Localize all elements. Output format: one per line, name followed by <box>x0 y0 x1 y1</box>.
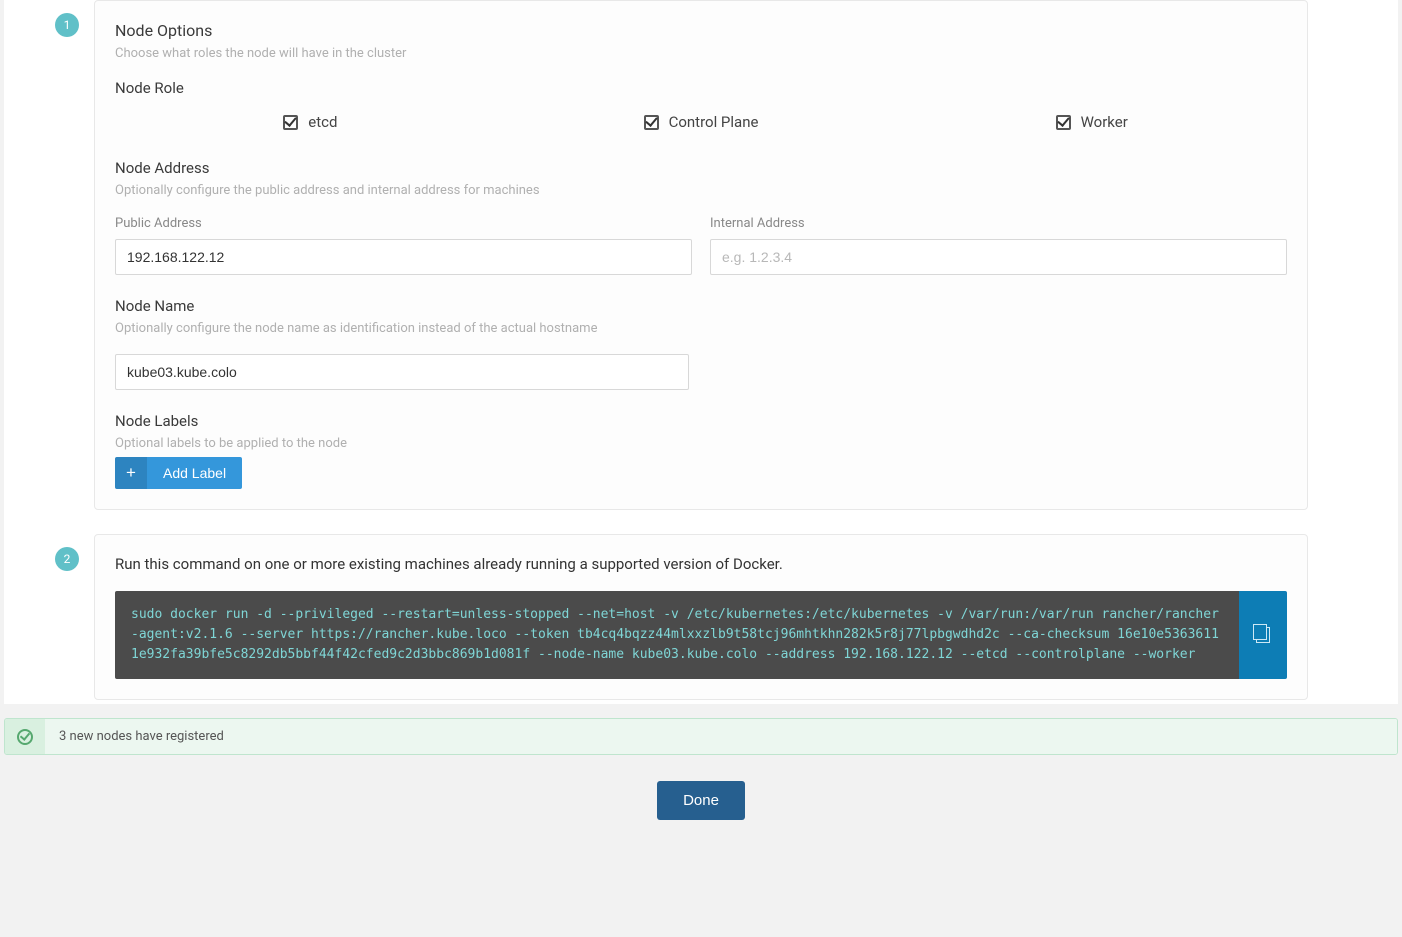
add-label-button[interactable]: + Add Label <box>115 457 242 489</box>
role-worker-label: Worker <box>1081 113 1128 131</box>
add-label-button-text: Add Label <box>147 465 242 481</box>
node-labels-subtitle: Optional labels to be applied to the nod… <box>115 436 1287 451</box>
node-name-input[interactable] <box>115 354 689 390</box>
notification-bar: 3 new nodes have registered <box>4 718 1398 755</box>
notification-text: 3 new nodes have registered <box>45 719 1397 754</box>
copy-button[interactable] <box>1239 591 1287 679</box>
step-2-badge: 2 <box>55 547 79 571</box>
role-control-plane-label: Control Plane <box>669 113 759 131</box>
plus-icon: + <box>115 457 147 489</box>
success-icon-wrap <box>5 719 45 754</box>
command-box[interactable]: sudo docker run -d --privileged --restar… <box>115 591 1239 679</box>
role-etcd[interactable]: etcd <box>115 113 506 131</box>
node-address-title: Node Address <box>115 159 1287 177</box>
clipboard-icon <box>1256 627 1270 643</box>
run-command-instruction: Run this command on one or more existing… <box>115 555 1287 573</box>
public-address-label: Public Address <box>115 216 692 231</box>
internal-address-input[interactable] <box>710 239 1287 275</box>
node-options-subtitle: Choose what roles the node will have in … <box>115 46 1287 61</box>
internal-address-label: Internal Address <box>710 216 1287 231</box>
role-etcd-label: etcd <box>308 113 337 131</box>
node-options-title: Node Options <box>115 21 1287 40</box>
checkbox-icon[interactable] <box>1056 115 1071 130</box>
node-name-subtitle: Optionally configure the node name as id… <box>115 321 1287 336</box>
role-control-plane[interactable]: Control Plane <box>506 113 897 131</box>
node-name-title: Node Name <box>115 297 1287 315</box>
role-worker[interactable]: Worker <box>896 113 1287 131</box>
step-1-badge: 1 <box>55 13 79 37</box>
node-labels-title: Node Labels <box>115 412 1287 430</box>
node-role-label: Node Role <box>115 79 1287 97</box>
node-roles-row: etcd Control Plane Worker <box>115 113 1287 131</box>
checkbox-icon[interactable] <box>644 115 659 130</box>
node-address-subtitle: Optionally configure the public address … <box>115 183 1287 198</box>
done-button[interactable]: Done <box>657 781 745 820</box>
check-circle-icon <box>17 729 33 745</box>
checkbox-icon[interactable] <box>283 115 298 130</box>
public-address-input[interactable] <box>115 239 692 275</box>
